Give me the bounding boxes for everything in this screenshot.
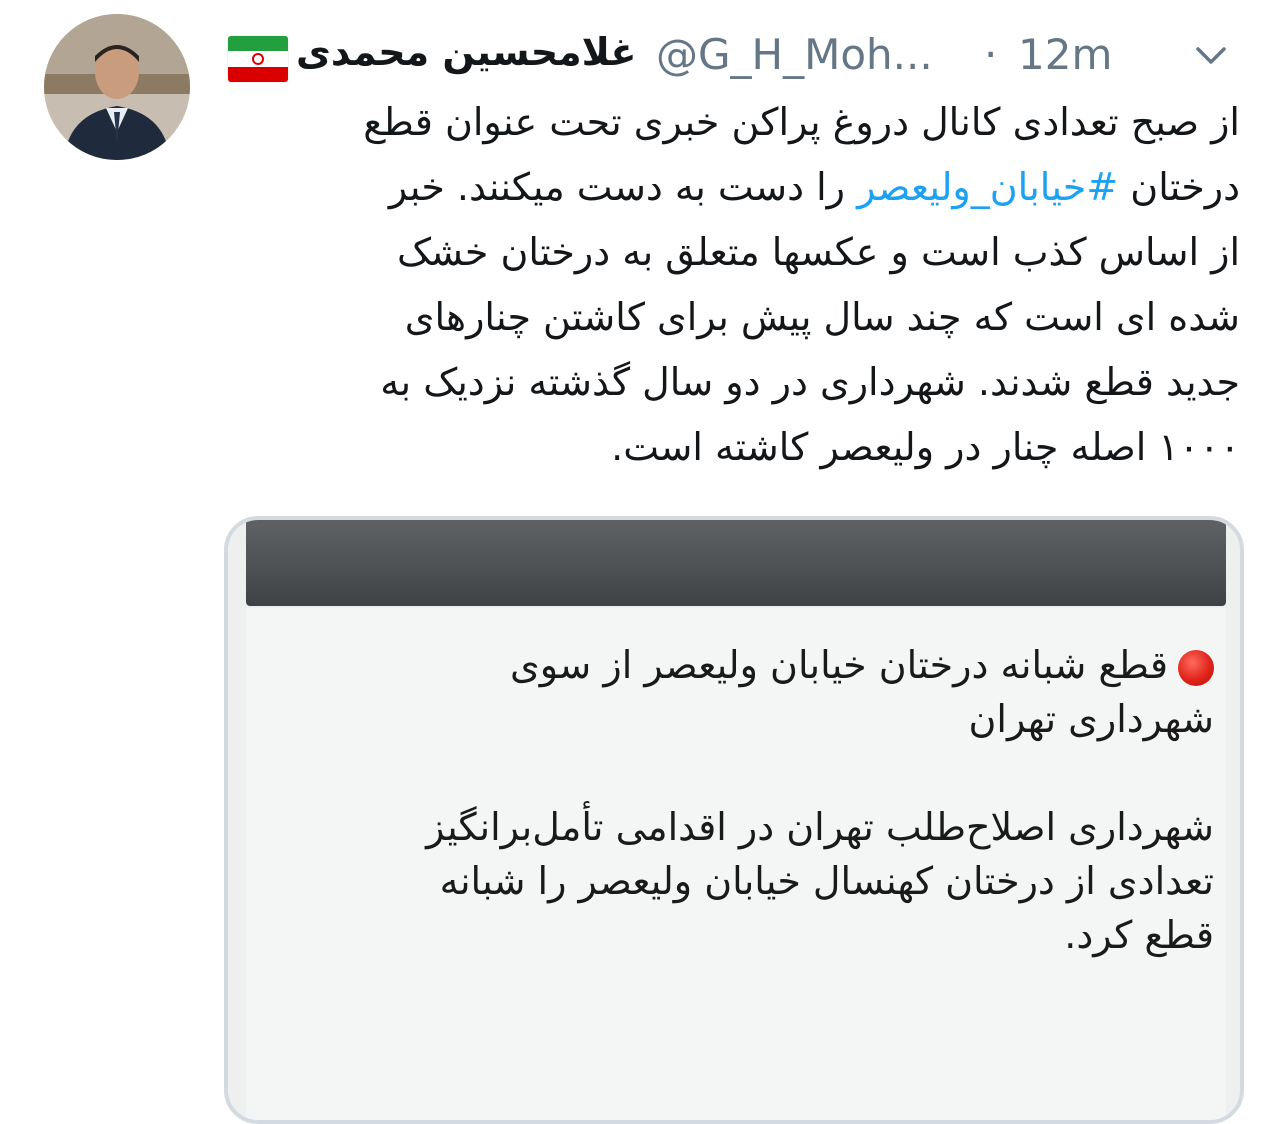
image-line: قطع کرد. [1064, 913, 1214, 957]
image-line: شهرداری تهران [968, 697, 1215, 741]
red-circle-icon [1178, 649, 1214, 686]
hashtag-link[interactable]: #خیابان_ولیعصر [857, 165, 1118, 209]
separator-dot: · [984, 30, 998, 79]
image-headline-text: قطع شبانه درختان خیابان ولیعصر از سوی [510, 643, 1168, 687]
image-photo-strip [246, 520, 1226, 606]
author-name[interactable]: غلامحسین محمدی [296, 30, 637, 74]
attached-image[interactable]: قطع شبانه درختان خیابان ولیعصر از سوی شه… [224, 516, 1244, 1124]
tweet-line: از اساس کذب است و عکسها متعلق به درختان … [397, 230, 1240, 274]
author-avatar[interactable] [44, 14, 190, 160]
iran-flag-icon [228, 36, 288, 82]
image-text: قطع شبانه درختان خیابان ولیعصر از سوی شه… [274, 638, 1214, 962]
avatar-image [44, 14, 190, 160]
tweet-line: جدید قطع شدند. شهرداری در دو سال گذشته ن… [380, 360, 1240, 404]
tweet-line: ۱۰۰۰ اصله چنار در ولیعصر کاشته است. [611, 425, 1240, 469]
chevron-down-icon[interactable] [1194, 44, 1228, 68]
tweet-header: غلامحسین محمدی @G_H_Moh... · 12m [228, 16, 1248, 86]
tweet-line: درختان #خیابان_ولیعصر را دست به دست میکن… [228, 155, 1240, 220]
image-line: تعدادی از درختان کهنسال خیابان ولیعصر را… [439, 859, 1214, 903]
author-handle[interactable]: @G_H_Moh... [656, 30, 933, 79]
tweet-line-suffix: را دست به دست میکنند. خبر [388, 165, 845, 209]
tweet-line-prefix: درختان [1130, 165, 1240, 209]
tweet-timestamp[interactable]: 12m [1018, 30, 1112, 79]
tweet-text: از صبح تعدادی کانال دروغ پراکن خبری تحت … [228, 90, 1240, 480]
image-headline: قطع شبانه درختان خیابان ولیعصر از سوی [274, 638, 1214, 692]
tweet-line: از صبح تعدادی کانال دروغ پراکن خبری تحت … [363, 100, 1240, 144]
tweet-line: شده ای است که چند سال پیش برای کاشتن چنا… [404, 295, 1240, 339]
image-line: شهرداری اصلاح‌طلب تهران در اقدامی تأمل‌ب… [426, 805, 1214, 849]
